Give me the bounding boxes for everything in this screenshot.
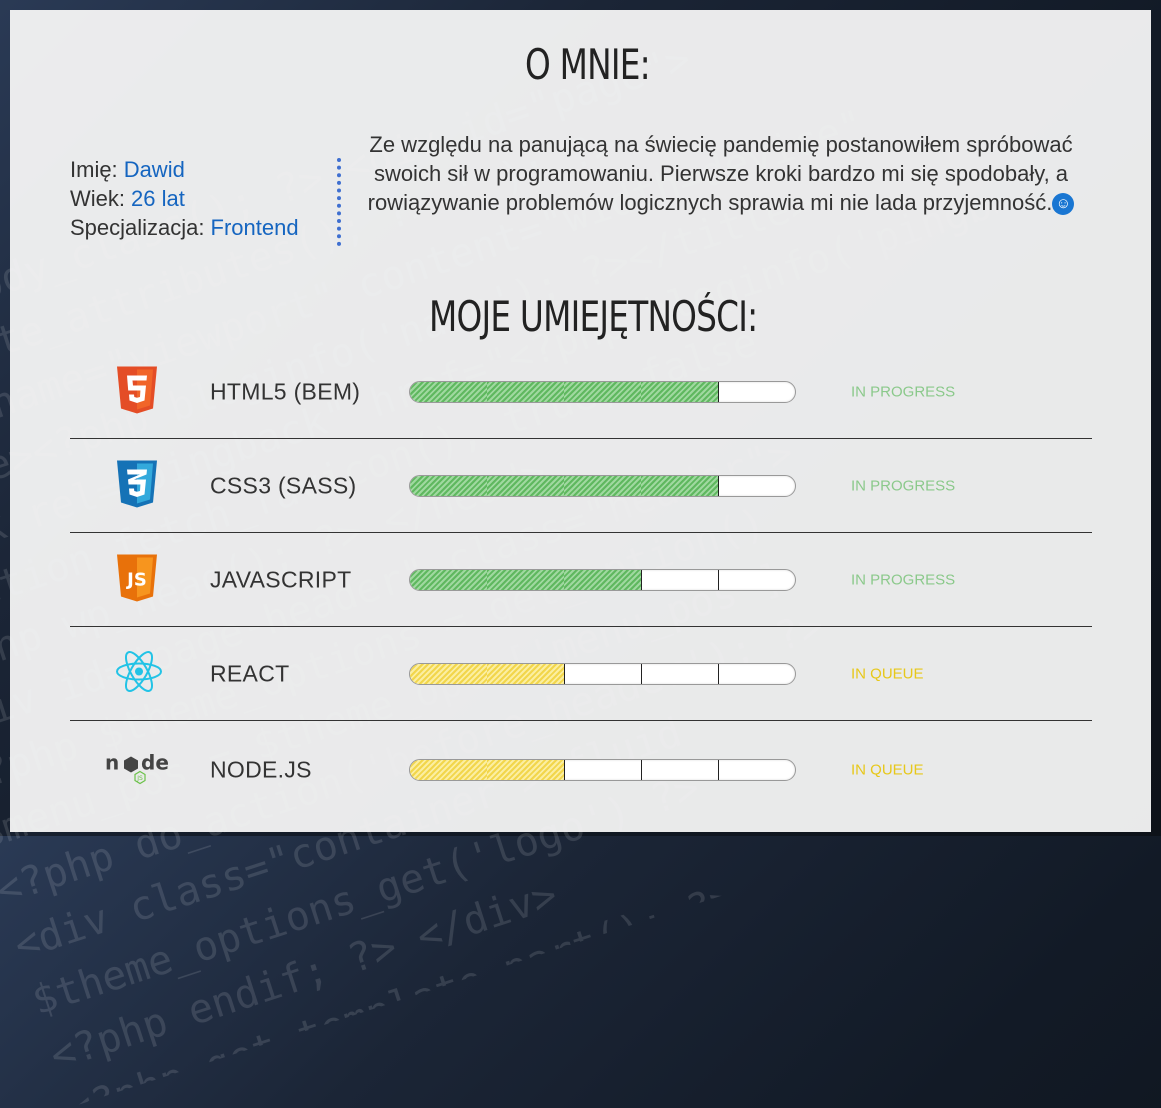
css3-icon [115,459,159,514]
progress-segment-empty [718,760,795,780]
about-card: O MNIE: Imię: Dawid Wiek: 26 lat Specjaliz… [10,10,1151,832]
progress-segment-empty [718,476,795,496]
skill-row: HTML5 (BEM) IN PROGRESS [70,345,1092,439]
progress-segment-empty [564,760,642,780]
svg-text:JS: JS [136,775,143,782]
skill-status: IN QUEUE [851,665,924,683]
dotted-divider [337,158,341,246]
progress-segment-empty [641,664,719,684]
progress-segment-filled [410,382,488,402]
progress-segment-empty [718,664,795,684]
info-specialization-label: Specjalizacja: [70,215,205,240]
info-age-label: Wiek: [70,186,125,211]
info-age-row: Wiek: 26 lat [70,184,299,213]
progress-segment-filled [641,382,719,402]
skill-status: IN PROGRESS [851,477,956,495]
progress-segment-filled [410,476,488,496]
skill-row: REACT IN QUEUE [70,627,1092,721]
skill-name: REACT [210,660,290,687]
skill-progress-bar [409,569,796,591]
info-specialization-value: Frontend [210,215,299,240]
skill-progress-bar [409,759,796,781]
skill-progress-bar [409,381,796,403]
progress-segment-empty [718,570,795,590]
skill-progress-bar [409,475,796,497]
progress-segment-filled [564,570,642,590]
progress-segment-filled [564,382,642,402]
skill-status: IN PROGRESS [851,571,956,589]
skill-row: JS JAVASCRIPT IN PROGRESS [70,533,1092,627]
progress-segment-filled [487,760,565,780]
skill-row: CSS3 (SASS) IN PROGRESS [70,439,1092,533]
skill-row: n de JS NODE.JS IN QUEUE [70,723,1092,817]
skills-title: MOJE UMIEJĘTNOŚCI: [429,292,758,341]
info-name-label: Imię: [70,157,118,182]
svg-text:JS: JS [125,570,147,591]
skill-status: IN PROGRESS [851,383,956,401]
javascript-icon: JS [115,553,159,608]
react-icon [115,650,163,699]
svg-text:de: de [141,751,169,775]
smile-emoji-icon: ☺ [1052,193,1075,216]
progress-segment-filled [487,570,565,590]
skill-progress-bar [409,663,796,685]
info-name-row: Imię: Dawid [70,155,299,184]
progress-segment-empty [718,382,795,402]
progress-segment-empty [641,760,719,780]
progress-segment-empty [641,570,719,590]
about-description-text: Ze względu na panującą na świecię pandem… [367,132,1073,215]
progress-segment-filled [410,664,488,684]
skill-name: NODE.JS [210,756,312,783]
skill-name: CSS3 (SASS) [210,472,357,499]
progress-segment-filled [487,476,565,496]
progress-segment-filled [410,570,488,590]
progress-segment-filled [487,382,565,402]
progress-segment-filled [564,476,642,496]
info-age-value: 26 lat [131,186,185,211]
info-name-value: Dawid [123,157,185,182]
html5-icon [115,365,159,420]
progress-segment-empty [564,664,642,684]
progress-segment-filled [410,760,488,780]
row-divider [70,720,1092,721]
about-title: O MNIE: [525,40,651,89]
progress-segment-filled [641,476,719,496]
about-description: Ze względu na panującą na świecię pandem… [360,130,1082,217]
skill-status: IN QUEUE [851,761,924,779]
info-specialization-row: Specjalizacja: Frontend [70,213,299,242]
skill-name: JAVASCRIPT [210,566,352,593]
progress-segment-filled [487,664,565,684]
skill-name: HTML5 (BEM) [210,378,361,405]
nodejs-icon: n de JS [105,750,175,791]
personal-info: Imię: Dawid Wiek: 26 lat Specjalizacja: Fro… [70,155,299,242]
svg-text:n: n [105,751,119,775]
